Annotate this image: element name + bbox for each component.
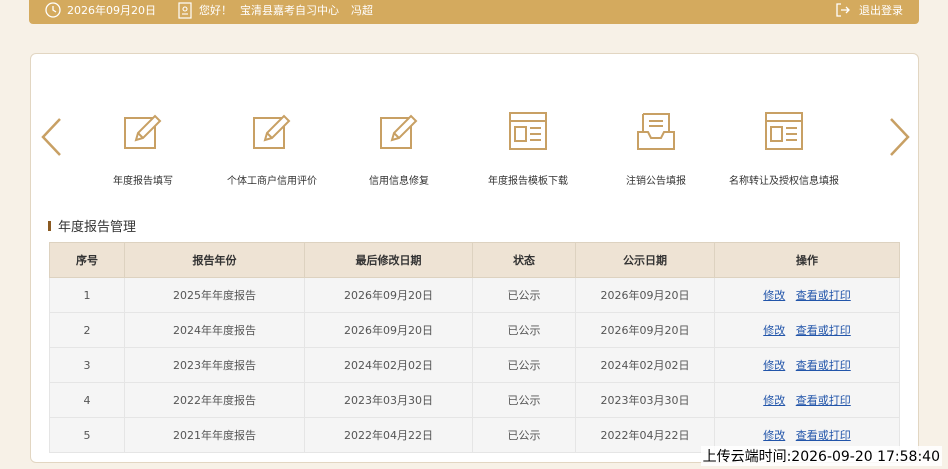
col-header-status: 状态 (472, 242, 576, 278)
cell-published: 2022年04月22日 (575, 417, 715, 453)
cell-year: 2023年年度报告 (124, 347, 305, 383)
badge-icon (178, 1, 192, 19)
template-icon (507, 110, 549, 152)
edit-link[interactable]: 修改 (763, 394, 785, 407)
edit-icon (251, 110, 293, 152)
upload-timestamp: 上传云端时间:2026-09-20 17:58:40 (700, 446, 942, 466)
view-print-link[interactable]: 查看或打印 (796, 324, 851, 337)
cell-modified: 2026年09月20日 (304, 277, 473, 313)
cell-year: 2021年年度报告 (124, 417, 305, 453)
carousel-next-button[interactable] (888, 117, 912, 157)
view-print-link[interactable]: 查看或打印 (796, 289, 851, 302)
cell-actions: 修改 查看或打印 (714, 312, 900, 348)
cell-status: 已公示 (472, 312, 576, 348)
logout-icon (835, 2, 851, 18)
section-title-text: 年度报告管理 (58, 220, 137, 235)
cell-no: 4 (49, 382, 125, 418)
cell-modified: 2022年04月22日 (304, 417, 473, 453)
edit-link[interactable]: 修改 (763, 324, 785, 337)
cell-published: 2026年09月20日 (575, 277, 715, 313)
template-icon (763, 110, 805, 152)
view-print-link[interactable]: 查看或打印 (796, 429, 851, 442)
table-row: 4 2022年年度报告 2023年03月30日 已公示 2023年03月30日 … (49, 382, 900, 418)
cell-year: 2025年年度报告 (124, 277, 305, 313)
cell-modified: 2023年03月30日 (304, 382, 473, 418)
cell-status: 已公示 (472, 382, 576, 418)
col-header-published: 公示日期 (575, 242, 715, 278)
carousel-prev-button[interactable] (39, 117, 63, 157)
section-title: 年度报告管理 (48, 216, 136, 235)
tile-name-transfer[interactable]: 名称转让及授权信息填报 (709, 110, 859, 187)
cell-actions: 修改 查看或打印 (714, 347, 900, 383)
current-date: 2026年09月20日 (67, 4, 156, 17)
cell-published: 2023年03月30日 (575, 382, 715, 418)
inbox-icon (635, 110, 677, 152)
date-group: 2026年09月20日 (45, 0, 156, 20)
cell-no: 3 (49, 347, 125, 383)
chevron-left-icon (41, 118, 61, 156)
title-marker (48, 220, 51, 231)
col-header-actions: 操作 (714, 242, 900, 278)
col-header-modified: 最后修改日期 (304, 242, 473, 278)
cell-published: 2024年02月02日 (575, 347, 715, 383)
cell-no: 2 (49, 312, 125, 348)
chevron-right-icon (890, 118, 910, 156)
tile-label: 年度报告填写 (113, 176, 173, 187)
table-row: 2 2024年年度报告 2026年09月20日 已公示 2026年09月20日 … (49, 312, 900, 348)
edit-link[interactable]: 修改 (763, 429, 785, 442)
table-row: 3 2023年年度报告 2024年02月02日 已公示 2024年02月02日 … (49, 347, 900, 383)
edit-link[interactable]: 修改 (763, 289, 785, 302)
cell-actions: 修改 查看或打印 (714, 382, 900, 418)
annual-report-table: 序号 报告年份 最后修改日期 状态 公示日期 操作 1 2025年年度报告 20… (49, 242, 900, 453)
cell-year: 2022年年度报告 (124, 382, 305, 418)
cell-year: 2024年年度报告 (124, 312, 305, 348)
col-header-year: 报告年份 (124, 242, 305, 278)
tile-credit-repair[interactable]: 信用信息修复 (324, 110, 474, 187)
top-bar: 2026年09月20日 您好！ 宝清县嘉考自习中心 冯超 退出登录 (29, 0, 919, 24)
cell-modified: 2026年09月20日 (304, 312, 473, 348)
cell-status: 已公示 (472, 417, 576, 453)
cell-status: 已公示 (472, 277, 576, 313)
view-print-link[interactable]: 查看或打印 (796, 359, 851, 372)
cell-actions: 修改 查看或打印 (714, 277, 900, 313)
tile-annual-report-fill[interactable]: 年度报告填写 (68, 110, 218, 187)
greeting-text: 您好！ (199, 4, 232, 17)
org-name: 宝清县嘉考自习中心 (240, 4, 339, 17)
tile-label: 名称转让及授权信息填报 (729, 176, 839, 187)
tile-label: 信用信息修复 (369, 176, 429, 187)
view-print-link[interactable]: 查看或打印 (796, 394, 851, 407)
edit-icon (122, 110, 164, 152)
user-name: 冯超 (351, 4, 373, 17)
cell-no: 5 (49, 417, 125, 453)
col-header-no: 序号 (49, 242, 125, 278)
edit-icon (378, 110, 420, 152)
cell-published: 2026年09月20日 (575, 312, 715, 348)
table-header-row: 序号 报告年份 最后修改日期 状态 公示日期 操作 (49, 242, 900, 278)
table-row: 1 2025年年度报告 2026年09月20日 已公示 2026年09月20日 … (49, 277, 900, 313)
logout-button[interactable]: 退出登录 (835, 0, 903, 20)
cell-status: 已公示 (472, 347, 576, 383)
cell-modified: 2024年02月02日 (304, 347, 473, 383)
cell-no: 1 (49, 277, 125, 313)
user-group: 您好！ 宝清县嘉考自习中心 冯超 (178, 0, 373, 20)
logout-label: 退出登录 (859, 4, 903, 17)
edit-link[interactable]: 修改 (763, 359, 785, 372)
clock-icon (45, 2, 61, 18)
